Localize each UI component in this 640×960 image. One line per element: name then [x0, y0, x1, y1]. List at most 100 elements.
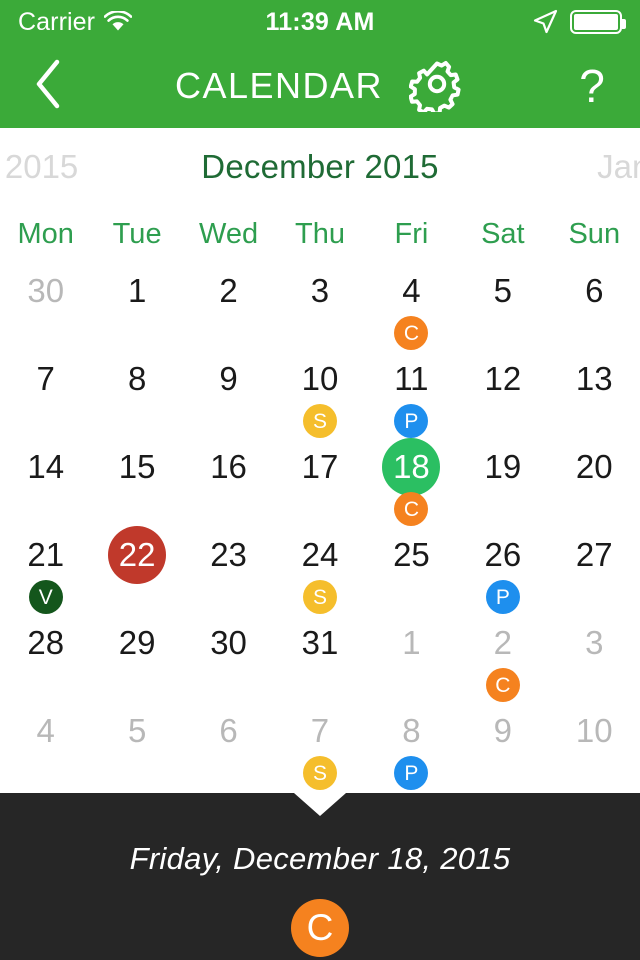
- detail-panel: Friday, December 18, 2015 C: [0, 793, 640, 960]
- day-number: 29: [118, 624, 156, 661]
- previous-month-label[interactable]: ber 2015: [0, 148, 78, 186]
- status-bar-right: [375, 9, 626, 35]
- settings-button[interactable]: [408, 56, 465, 117]
- day-number: 10: [575, 712, 613, 749]
- day-cell[interactable]: 14: [0, 438, 91, 526]
- day-badge-list: C: [394, 492, 429, 526]
- day-cell[interactable]: 10 S: [274, 350, 365, 438]
- day-cell[interactable]: 3: [274, 262, 365, 350]
- day-number: 21: [27, 536, 65, 573]
- day-cell[interactable]: 24 S: [274, 526, 365, 614]
- day-cell[interactable]: 31: [274, 614, 365, 702]
- day-badge-list: V: [28, 580, 63, 614]
- day-cell[interactable]: 8: [91, 350, 182, 438]
- day-cell[interactable]: 23: [183, 526, 274, 614]
- day-number: 4: [402, 272, 421, 309]
- day-number: 23: [210, 536, 247, 573]
- day-cell[interactable]: 30: [183, 614, 274, 702]
- gear-icon: [408, 56, 465, 117]
- day-cell[interactable]: 19: [457, 438, 548, 526]
- day-cell[interactable]: 1: [91, 262, 182, 350]
- day-badge-list: P: [394, 756, 429, 790]
- next-month-label[interactable]: Januar: [597, 148, 640, 186]
- day-cell[interactable]: 2C: [457, 614, 548, 702]
- day-number: 19: [484, 448, 522, 485]
- day-number: 6: [219, 712, 238, 749]
- day-number-today: 22: [108, 526, 167, 584]
- day-number: 14: [27, 448, 65, 485]
- wifi-icon: [104, 11, 133, 33]
- day-cell[interactable]: 18 C: [366, 438, 457, 526]
- status-bar-left: Carrier: [18, 8, 265, 37]
- day-badge-list: S: [302, 580, 337, 614]
- calendar-grid: 30 1 2 3 4 C 5 6 7 8 9 10 S 11 P 12 13 14 15 16 17 18 C 19 20 21 V…: [0, 262, 640, 790]
- day-cell[interactable]: 17: [274, 438, 365, 526]
- weekday-label-wed: Wed: [199, 217, 259, 250]
- day-cell[interactable]: 11 P: [366, 350, 457, 438]
- weekday-label-mon: Mon: [17, 217, 74, 250]
- detail-event-badge-c[interactable]: C: [291, 899, 349, 957]
- day-number: 17: [301, 448, 339, 485]
- day-cell[interactable]: 27: [549, 526, 640, 614]
- day-badge-list: C: [394, 316, 429, 350]
- day-cell[interactable]: 30: [0, 262, 91, 350]
- day-badge-list: P: [485, 580, 520, 614]
- day-number: 28: [27, 624, 65, 661]
- back-button[interactable]: [0, 44, 96, 128]
- detail-badge-list: C: [291, 899, 349, 957]
- day-badge-list: S: [302, 404, 337, 438]
- day-cell[interactable]: 16: [183, 438, 274, 526]
- day-cell[interactable]: 4: [0, 702, 91, 790]
- help-button[interactable]: ?: [544, 44, 640, 128]
- day-cell[interactable]: 2: [183, 262, 274, 350]
- day-number-selected: 18: [382, 438, 441, 496]
- day-cell[interactable]: 15: [91, 438, 182, 526]
- day-number: 12: [484, 360, 522, 397]
- day-cell[interactable]: 3: [549, 614, 640, 702]
- detail-pointer-triangle: [294, 793, 346, 816]
- day-cell[interactable]: 13: [549, 350, 640, 438]
- event-badge-c: C: [485, 668, 520, 702]
- month-strip[interactable]: ber 2015 December 2015 Januar: [0, 128, 640, 206]
- day-number: 30: [27, 272, 65, 309]
- weekday-header: Mon Tue Wed Thu Fri Sat Sun: [0, 206, 640, 262]
- day-cell[interactable]: 6: [183, 702, 274, 790]
- day-number: 9: [219, 360, 238, 397]
- day-cell[interactable]: 7: [0, 350, 91, 438]
- day-cell[interactable]: 12: [457, 350, 548, 438]
- day-cell[interactable]: 28: [0, 614, 91, 702]
- day-cell[interactable]: 4C: [366, 262, 457, 350]
- day-cell[interactable]: 29: [91, 614, 182, 702]
- day-cell[interactable]: 10: [549, 702, 640, 790]
- carrier-label: Carrier: [18, 7, 96, 36]
- day-number: 10: [301, 360, 339, 397]
- day-cell[interactable]: 9: [183, 350, 274, 438]
- day-cell[interactable]: 20: [549, 438, 640, 526]
- weekday-label-fri: Fri: [394, 217, 429, 250]
- day-cell[interactable]: 9: [457, 702, 548, 790]
- day-number: 7: [36, 360, 55, 397]
- day-cell[interactable]: 21 V: [0, 526, 91, 614]
- day-cell[interactable]: 25: [366, 526, 457, 614]
- event-badge-c: C: [394, 492, 429, 526]
- day-cell[interactable]: 5: [91, 702, 182, 790]
- event-badge-p: P: [394, 756, 429, 790]
- day-cell[interactable]: 26 P: [457, 526, 548, 614]
- selected-date-label: Friday, December 18, 2015: [129, 841, 511, 876]
- day-number: 8: [402, 712, 421, 749]
- day-cell[interactable]: 22: [91, 526, 182, 614]
- day-number: 5: [127, 712, 147, 749]
- day-number: 13: [575, 360, 613, 397]
- event-badge-c: C: [394, 316, 429, 350]
- day-number: 11: [394, 360, 429, 397]
- battery-icon: [570, 10, 626, 34]
- day-cell[interactable]: 1: [366, 614, 457, 702]
- day-number: 20: [575, 448, 613, 485]
- nav-title-group: CALENDAR: [96, 56, 544, 117]
- day-cell[interactable]: 5: [457, 262, 548, 350]
- day-cell[interactable]: 6: [549, 262, 640, 350]
- day-cell[interactable]: 8P: [366, 702, 457, 790]
- day-cell[interactable]: 7S: [274, 702, 365, 790]
- day-number: 2: [493, 624, 513, 661]
- event-badge-v: V: [28, 580, 63, 614]
